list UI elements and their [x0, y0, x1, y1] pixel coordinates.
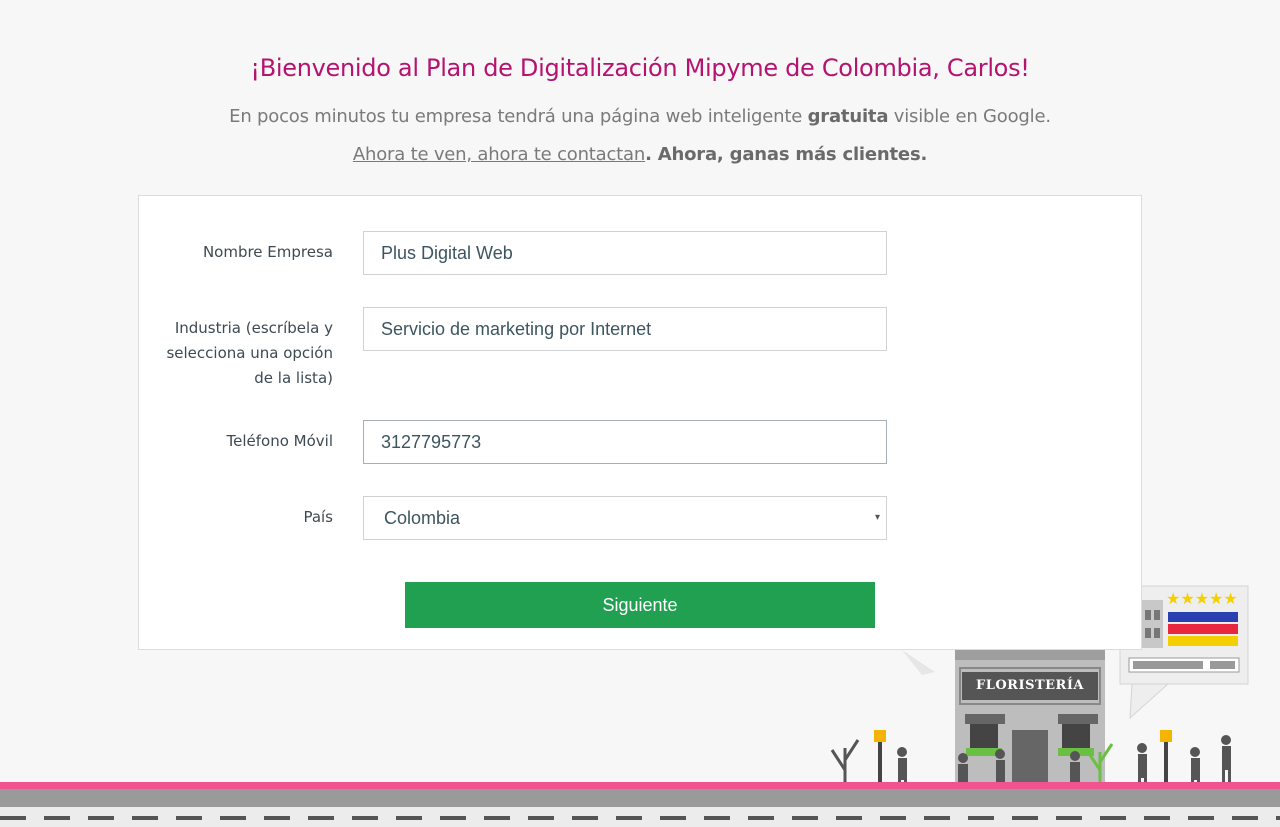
tagline: Ahora te ven, ahora te contactan. Ahora,…	[352, 144, 928, 165]
company-label: Nombre Empresa	[202, 243, 333, 261]
country-value: Colombia	[384, 508, 461, 528]
company-input[interactable]: Plus Digital Web	[363, 231, 887, 275]
shop-sign: FLORISTERÍA	[975, 678, 1085, 693]
chevron-down-icon: ▾	[874, 512, 880, 523]
signup-form: Nombre Empresa Plus Digital Web Industri…	[138, 195, 1142, 650]
road	[0, 789, 1280, 807]
road-stripe	[0, 782, 1280, 789]
flag-yellow-stripe	[1168, 636, 1238, 646]
flag-red-stripe	[1168, 624, 1238, 634]
tagline-link[interactable]: Ahora te ven, ahora te contactan	[353, 144, 645, 165]
flag-blue-stripe	[1168, 612, 1238, 622]
industry-input[interactable]: Servicio de marketing por Internet	[363, 307, 887, 351]
road-dashes	[0, 816, 1280, 820]
rating-stars-icon: ★★★★★	[1166, 589, 1238, 608]
next-button[interactable]: Siguiente	[405, 582, 875, 628]
phone-label: Teléfono Móvil	[226, 432, 333, 450]
country-label: País	[303, 508, 333, 526]
subtitle: En pocos minutos tu empresa tendrá una p…	[229, 106, 1051, 127]
industry-label: Industria (escríbela y selecciona una op…	[166, 319, 333, 387]
country-select[interactable]: Colombia ▾	[363, 496, 887, 540]
page-title: ¡Bienvenido al Plan de Digitalización Mi…	[250, 54, 1030, 82]
phone-input[interactable]: 3127795773	[363, 420, 887, 464]
